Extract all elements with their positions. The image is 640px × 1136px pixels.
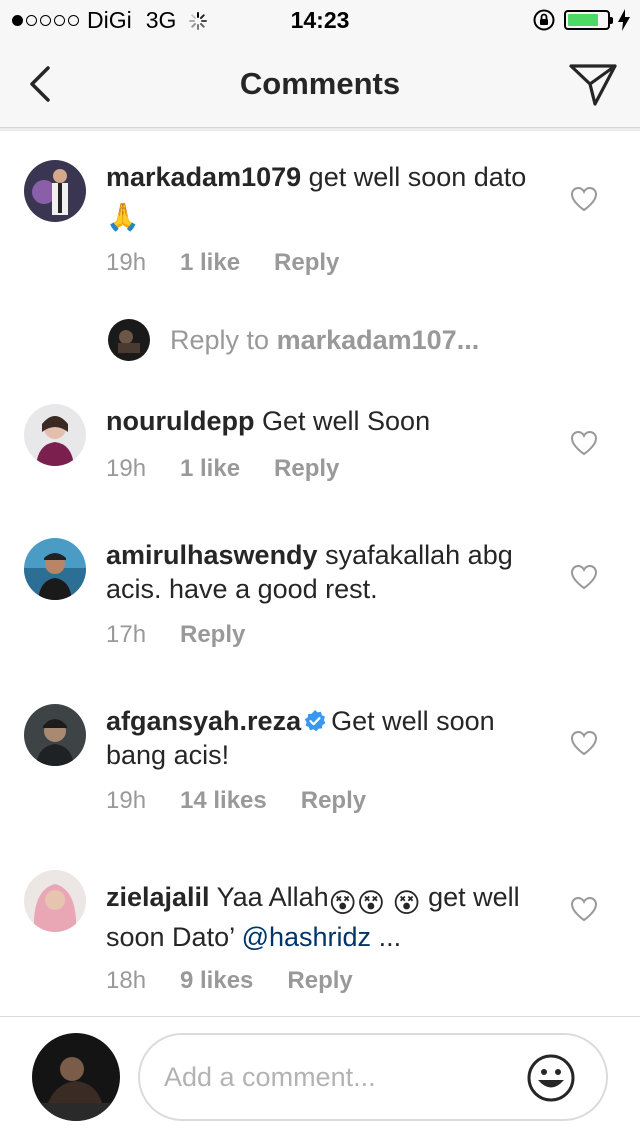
- comment-likes[interactable]: 1 like: [180, 249, 240, 277]
- view-replies-link[interactable]: Reply to markadam107...: [108, 318, 479, 362]
- comment-username[interactable]: afgansyah.reza: [106, 706, 301, 736]
- comment-likes[interactable]: 9 likes: [180, 967, 253, 995]
- reply-button[interactable]: Reply: [274, 249, 339, 277]
- comment-emoji: 🙏: [106, 202, 140, 232]
- comment-meta: 19h 1 like Reply: [106, 249, 339, 277]
- comment-time: 18h: [106, 967, 147, 994]
- view-replies-prefix: Reply to: [170, 324, 277, 355]
- heart-icon[interactable]: [570, 896, 598, 922]
- mention-link[interactable]: @hashridz: [242, 922, 371, 952]
- comment-username[interactable]: amirulhaswendy: [106, 540, 318, 570]
- reply-button[interactable]: Reply: [180, 621, 245, 649]
- avatar[interactable]: [24, 870, 86, 932]
- comment-likes[interactable]: 1 like: [180, 455, 240, 483]
- status-right: [532, 8, 630, 32]
- battery-icon: [564, 10, 613, 30]
- comment-likes[interactable]: 14 likes: [180, 787, 267, 815]
- orientation-lock-icon: [533, 9, 555, 31]
- charging-bolt-icon: [618, 9, 630, 31]
- reply-button[interactable]: Reply: [301, 787, 366, 815]
- comment-emoji: 😵😵 😵: [328, 888, 421, 918]
- comment-time: 19h: [106, 455, 147, 482]
- comment-meta: 19h 14 likes Reply: [106, 787, 366, 815]
- comment-body: Yaa Allah: [216, 882, 329, 912]
- smiley-face-icon[interactable]: [526, 1053, 576, 1103]
- comment-time: 19h: [106, 249, 147, 276]
- avatar[interactable]: [24, 704, 86, 766]
- comment-text: amirulhaswendy syafakallah abg acis. hav…: [106, 538, 546, 606]
- comment-meta: 19h 1 like Reply: [106, 455, 339, 483]
- comment-composer: [0, 1016, 640, 1136]
- avatar[interactable]: [24, 160, 86, 222]
- reply-button[interactable]: Reply: [287, 967, 352, 995]
- comment-time: 17h: [106, 621, 147, 648]
- view-replies-text: Reply to markadam107...: [170, 325, 479, 356]
- heart-icon[interactable]: [570, 430, 598, 456]
- heart-icon[interactable]: [570, 186, 598, 212]
- heart-icon[interactable]: [570, 730, 598, 756]
- avatar: [32, 1033, 120, 1121]
- comment-username[interactable]: nouruldepp: [106, 406, 254, 436]
- comment-text: zielajalil Yaa Allah😵😵 😵 get well soon D…: [106, 880, 546, 954]
- comment-ellipsis[interactable]: ...: [371, 922, 402, 952]
- paper-plane-icon[interactable]: [568, 62, 618, 108]
- comment-meta: 17h Reply: [106, 621, 245, 649]
- status-bar: DiGi 3G 14:23: [0, 0, 640, 40]
- page-title: Comments: [239, 66, 401, 101]
- comment-username[interactable]: zielajalil: [106, 882, 210, 912]
- comment-time: 19h: [106, 787, 147, 814]
- comment-meta: 18h 9 likes Reply: [106, 967, 353, 995]
- heart-icon[interactable]: [570, 564, 598, 590]
- reply-button[interactable]: Reply: [274, 455, 339, 483]
- comment-body: Get well Soon: [262, 406, 431, 436]
- avatar[interactable]: [24, 538, 86, 600]
- verified-badge-icon: [304, 710, 326, 732]
- comment-body: get well soon dato: [308, 162, 527, 192]
- comment-text: afgansyah.reza Get well soon bang acis!: [106, 704, 546, 772]
- view-replies-target: markadam107...: [276, 324, 480, 355]
- comment-text: nouruldepp Get well Soon: [106, 404, 546, 438]
- avatar[interactable]: [24, 404, 86, 466]
- avatar: [108, 319, 150, 361]
- nav-bar: Comments: [0, 40, 640, 131]
- comment-username[interactable]: markadam1079: [106, 162, 301, 192]
- comment-text: markadam1079 get well soon dato 🙏: [106, 160, 546, 234]
